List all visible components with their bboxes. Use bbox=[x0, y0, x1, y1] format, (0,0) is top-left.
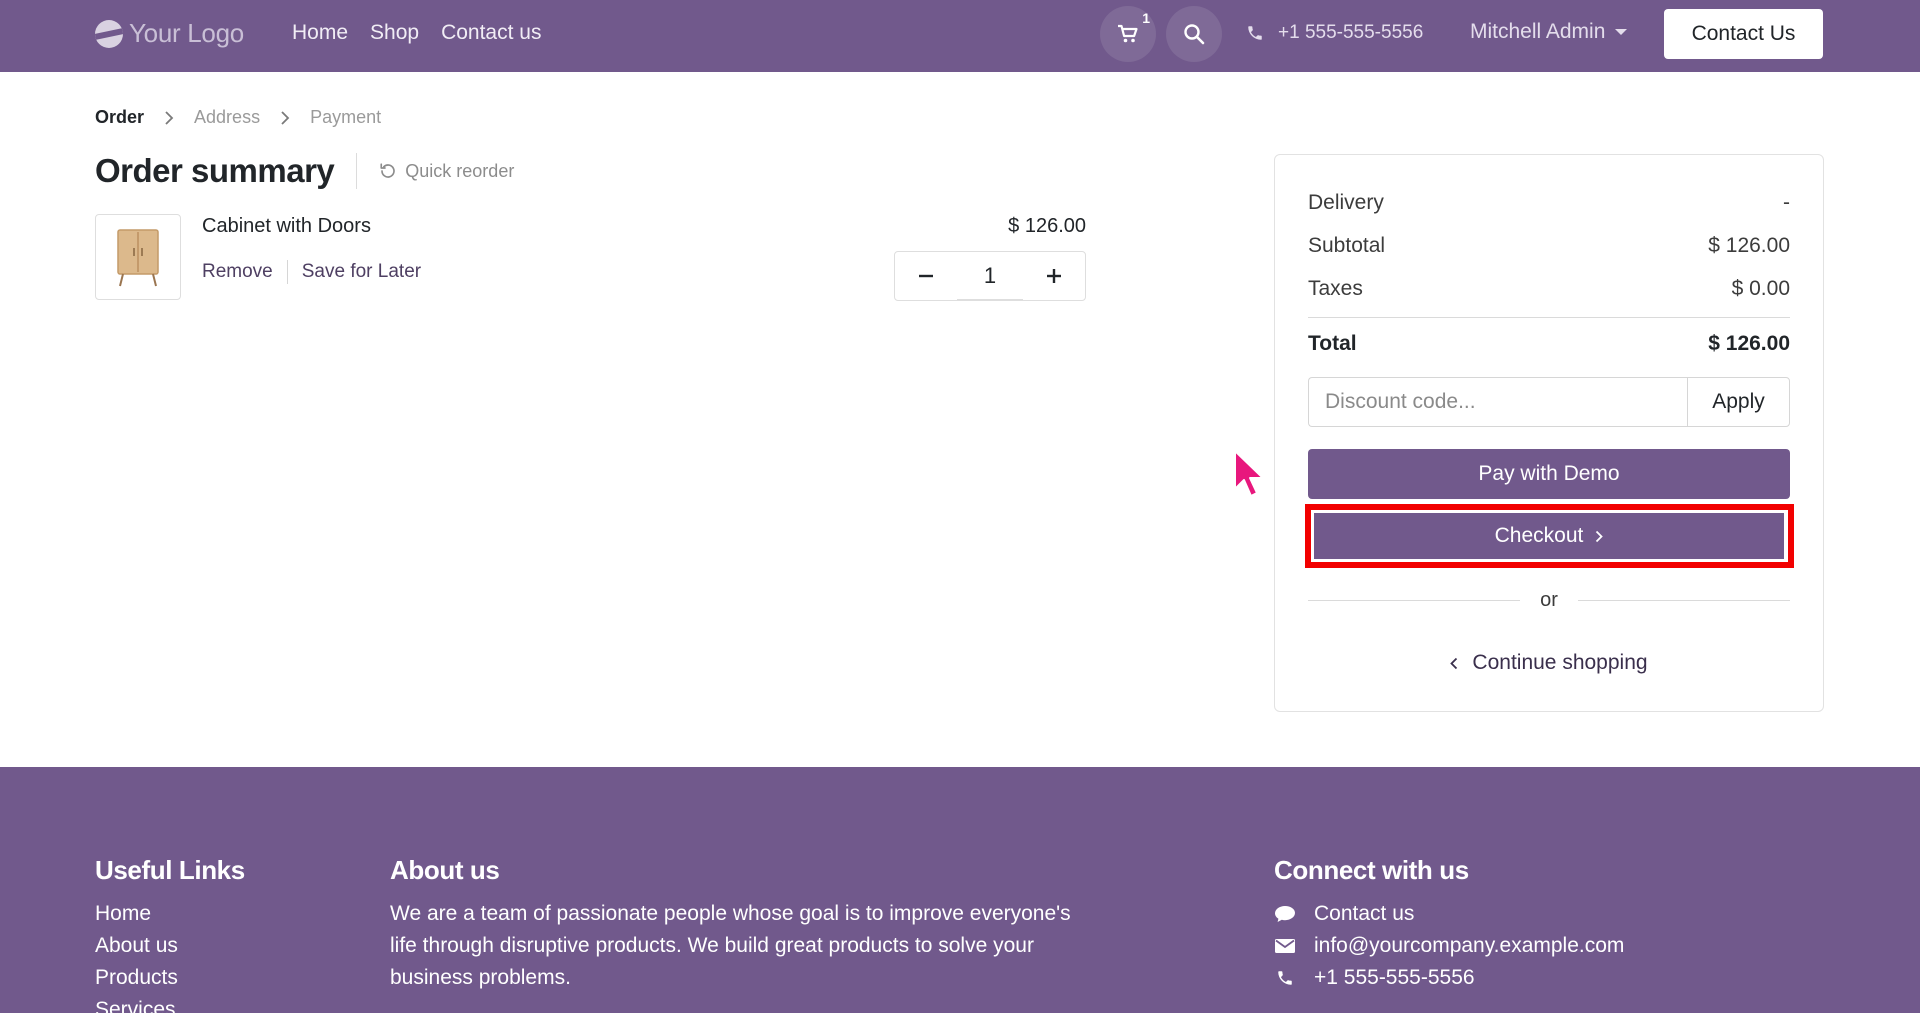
breadcrumb-address[interactable]: Address bbox=[194, 107, 260, 128]
search-icon bbox=[1184, 24, 1205, 45]
footer-contact-label: Contact us bbox=[1314, 902, 1415, 925]
user-name: Mitchell Admin bbox=[1470, 20, 1606, 43]
continue-shopping-link[interactable]: Continue shopping bbox=[1308, 651, 1790, 675]
footer-link-home[interactable]: Home bbox=[95, 898, 245, 930]
chevron-left-icon bbox=[1450, 657, 1458, 669]
order-summary-header: Order summary Quick reorder bbox=[95, 152, 514, 190]
breadcrumb-order: Order bbox=[95, 107, 145, 127]
quantity-input[interactable]: 1 bbox=[957, 252, 1023, 300]
envelope-icon bbox=[1275, 939, 1295, 953]
plus-icon bbox=[1047, 269, 1061, 283]
total-row: Total $ 126.00 bbox=[1308, 332, 1790, 356]
phone-icon bbox=[1248, 26, 1262, 40]
page-title: Order summary bbox=[95, 152, 335, 189]
reorder-icon bbox=[380, 163, 396, 178]
checkout-button[interactable]: Checkout bbox=[1314, 513, 1784, 559]
increase-quantity-button[interactable] bbox=[1023, 252, 1085, 300]
quick-reorder-label: Quick reorder bbox=[405, 160, 515, 181]
taxes-row: Taxes $ 0.00 bbox=[1308, 277, 1790, 301]
divider bbox=[1577, 600, 1791, 601]
site-header: Your Logo Home Shop Contact us 1 +1 555-… bbox=[0, 0, 1920, 72]
taxes-value: $ 0.00 bbox=[1731, 277, 1790, 300]
cabinet-image bbox=[117, 229, 159, 287]
product-price: $ 126.00 bbox=[1008, 215, 1086, 237]
logo-text: Your Logo bbox=[129, 18, 244, 48]
delivery-row: Delivery - bbox=[1308, 191, 1790, 215]
search-button[interactable] bbox=[1166, 6, 1222, 62]
quantity-stepper: 1 bbox=[894, 251, 1086, 301]
site-logo[interactable]: Your Logo bbox=[95, 18, 244, 49]
cart-icon bbox=[1118, 24, 1138, 43]
delivery-value: - bbox=[1783, 191, 1790, 214]
divider bbox=[1308, 600, 1521, 601]
product-image[interactable] bbox=[95, 214, 181, 300]
discount-form: Apply bbox=[1308, 377, 1790, 427]
nav-contact-us[interactable]: Contact us bbox=[441, 21, 541, 45]
delivery-label: Delivery bbox=[1308, 191, 1384, 214]
decrease-quantity-button[interactable] bbox=[895, 252, 957, 300]
site-footer: Useful Links Home About us Products Serv… bbox=[0, 767, 1920, 1013]
cart-button[interactable]: 1 bbox=[1100, 6, 1156, 62]
subtotal-row: Subtotal $ 126.00 bbox=[1308, 234, 1790, 258]
footer-useful-links: Useful Links Home About us Products Serv… bbox=[95, 855, 245, 1013]
logo-icon bbox=[95, 19, 123, 48]
total-label: Total bbox=[1308, 332, 1357, 355]
footer-email-link[interactable]: info@yourcompany.example.com bbox=[1274, 930, 1624, 962]
pay-with-demo-button[interactable]: Pay with Demo bbox=[1308, 449, 1790, 499]
footer-link-products[interactable]: Products bbox=[95, 962, 245, 994]
contact-us-button[interactable]: Contact Us bbox=[1664, 9, 1823, 59]
footer-connect: Connect with us Contact us info@yourcomp… bbox=[1274, 855, 1624, 994]
discount-code-input[interactable] bbox=[1308, 377, 1687, 427]
main-nav: Home Shop Contact us bbox=[292, 21, 541, 45]
divider bbox=[356, 153, 358, 189]
apply-discount-button[interactable]: Apply bbox=[1687, 377, 1790, 427]
chevron-right-icon bbox=[1596, 530, 1604, 542]
chevron-right-icon bbox=[165, 110, 174, 125]
remove-link[interactable]: Remove bbox=[202, 261, 273, 283]
footer-link-about-us[interactable]: About us bbox=[95, 930, 245, 962]
header-phone[interactable]: +1 555-555-5556 bbox=[1246, 22, 1423, 44]
footer-about: About us We are a team of passionate peo… bbox=[390, 855, 1090, 994]
user-menu[interactable]: Mitchell Admin bbox=[1470, 20, 1628, 44]
footer-about-text: We are a team of passionate people whose… bbox=[390, 902, 1071, 989]
caret-down-icon bbox=[1615, 29, 1628, 35]
chevron-right-icon bbox=[281, 110, 290, 125]
checkout-label: Checkout bbox=[1494, 524, 1584, 547]
taxes-label: Taxes bbox=[1308, 277, 1363, 300]
header-phone-number: +1 555-555-5556 bbox=[1278, 22, 1424, 43]
footer-connect-title: Connect with us bbox=[1274, 855, 1469, 885]
footer-link-services[interactable]: Services bbox=[95, 994, 245, 1013]
checkout-breadcrumb: Order Address Payment bbox=[95, 107, 381, 128]
quick-reorder-link[interactable]: Quick reorder bbox=[379, 161, 514, 182]
subtotal-value: $ 126.00 bbox=[1708, 234, 1790, 257]
footer-phone: +1 555-555-5556 bbox=[1314, 966, 1475, 989]
save-for-later-link[interactable]: Save for Later bbox=[302, 261, 421, 283]
footer-phone-link[interactable]: +1 555-555-5556 bbox=[1274, 962, 1624, 994]
total-value: $ 126.00 bbox=[1708, 332, 1790, 355]
chat-icon bbox=[1275, 906, 1295, 922]
order-totals-card: Delivery - Subtotal $ 126.00 Taxes $ 0.0… bbox=[1274, 154, 1824, 712]
minus-icon bbox=[919, 274, 933, 278]
product-actions: Remove Save for Later bbox=[202, 260, 421, 284]
nav-shop[interactable]: Shop bbox=[370, 21, 419, 45]
or-label: or bbox=[1540, 589, 1558, 611]
product-name[interactable]: Cabinet with Doors bbox=[202, 215, 371, 238]
continue-shopping-label: Continue shopping bbox=[1472, 651, 1648, 674]
footer-useful-links-title: Useful Links bbox=[95, 855, 245, 885]
footer-about-title: About us bbox=[390, 855, 500, 885]
footer-contact-link[interactable]: Contact us bbox=[1274, 898, 1624, 930]
or-separator: or bbox=[1308, 589, 1791, 612]
nav-home[interactable]: Home bbox=[292, 21, 348, 45]
breadcrumb-payment[interactable]: Payment bbox=[310, 107, 381, 128]
subtotal-label: Subtotal bbox=[1308, 234, 1386, 257]
divider bbox=[286, 260, 288, 284]
divider bbox=[1308, 317, 1790, 318]
cart-count-badge: 1 bbox=[1142, 10, 1150, 26]
mouse-cursor-icon bbox=[1234, 450, 1264, 497]
footer-email: info@yourcompany.example.com bbox=[1314, 934, 1625, 957]
phone-icon bbox=[1278, 971, 1292, 985]
